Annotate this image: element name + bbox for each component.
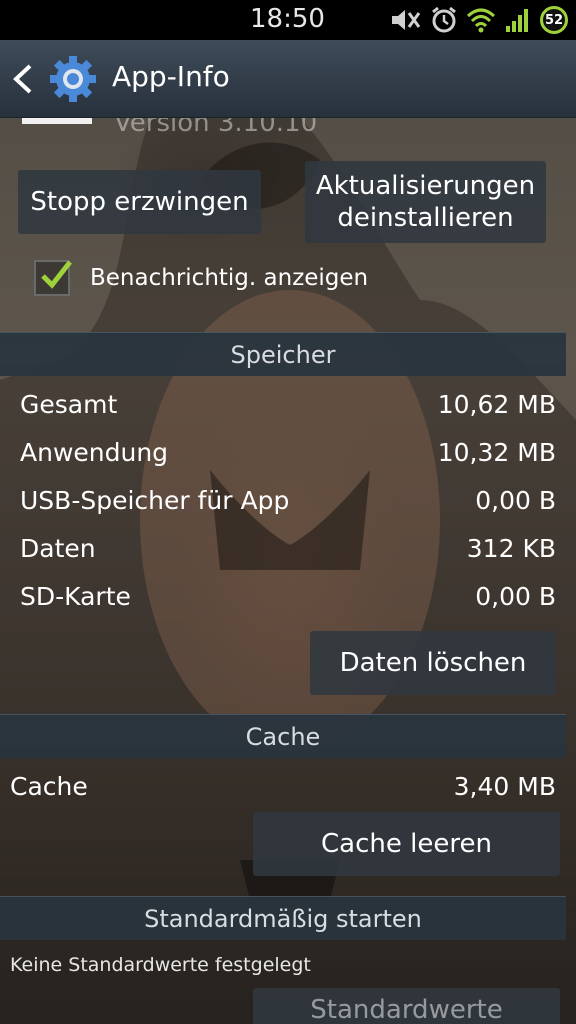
storage-row-label: Gesamt (20, 390, 118, 419)
storage-row-label: Anwendung (20, 438, 169, 467)
signal-icon (506, 9, 528, 32)
settings-gear-icon[interactable] (48, 54, 98, 104)
checkmark-icon (41, 260, 72, 289)
uninstall-updates-button[interactable]: Aktualisierungen deinstallieren (305, 161, 546, 243)
storage-row-label: Daten (20, 534, 96, 563)
storage-row-data: Daten 312 KB (20, 530, 556, 570)
battery-level: 52 (544, 12, 564, 28)
status-icons: 52 (388, 5, 568, 35)
status-time: 18:50 (250, 4, 325, 34)
storage-row-label: SD-Karte (20, 582, 131, 611)
storage-row-application: Anwendung 10,32 MB (20, 434, 556, 474)
back-chevron-icon[interactable] (10, 62, 36, 96)
uninstall-updates-line2: deinstallieren (337, 203, 514, 233)
cache-row: Cache 3,40 MB (10, 768, 556, 808)
force-stop-label: Stopp erzwingen (30, 187, 249, 217)
clear-defaults-button: Standardwerte (253, 988, 560, 1024)
cache-row-label: Cache (10, 772, 88, 801)
launch-default-section-header: Standardmäßig starten (0, 896, 566, 940)
storage-section-header: Speicher (0, 332, 566, 376)
show-notifications-label: Benachrichtig. anzeigen (90, 265, 369, 291)
storage-row-value: 312 KB (466, 534, 556, 563)
page-title: App-Info (112, 60, 230, 93)
storage-row-sd-card: SD-Karte 0,00 B (20, 578, 556, 618)
storage-row-total: Gesamt 10,62 MB (20, 386, 556, 426)
uninstall-updates-line1: Aktualisierungen (315, 171, 536, 201)
status-bar: 18:50 52 (0, 0, 576, 40)
no-defaults-text: Keine Standardwerte festgelegt (10, 954, 311, 976)
force-stop-button[interactable]: Stopp erzwingen (18, 170, 261, 234)
clear-data-button[interactable]: Daten löschen (310, 631, 556, 695)
battery-icon: 52 (540, 6, 568, 34)
storage-row-value: 0,00 B (475, 486, 556, 515)
show-notifications-checkbox[interactable] (34, 260, 72, 296)
storage-row-value: 10,32 MB (437, 438, 556, 467)
storage-row-label: USB-Speicher für App (20, 486, 290, 515)
storage-row-value: 0,00 B (475, 582, 556, 611)
storage-row-usb: USB-Speicher für App 0,00 B (20, 482, 556, 522)
clear-data-label: Daten löschen (339, 648, 527, 678)
clear-cache-button[interactable]: Cache leeren (253, 812, 560, 876)
cache-row-value: 3,40 MB (453, 772, 556, 801)
wifi-icon (466, 8, 496, 33)
clear-cache-label: Cache leeren (321, 829, 492, 859)
uninstall-updates-label: Aktualisierungen deinstallieren (316, 170, 535, 234)
storage-row-value: 10,62 MB (437, 390, 556, 419)
mute-icon (392, 10, 421, 30)
clear-defaults-label: Standardwerte (310, 995, 503, 1024)
cache-section-header: Cache (0, 714, 566, 758)
app-info-content[interactable]: Version 3.10.10 Stopp erzwingen Aktualis… (0, 108, 576, 1024)
alarm-icon (432, 6, 456, 33)
action-bar: App-Info (0, 40, 576, 118)
